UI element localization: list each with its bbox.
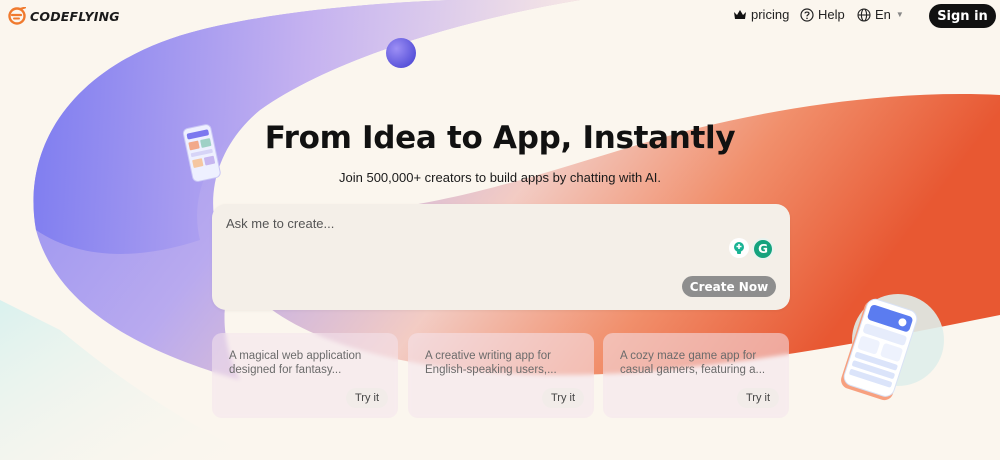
question-circle-icon xyxy=(800,7,814,22)
example-card-text: A creative writing app for English-speak… xyxy=(425,350,557,376)
hero-title: From Idea to App, Instantly xyxy=(264,120,736,156)
codeflying-logo-icon xyxy=(8,7,26,25)
sign-in-button[interactable]: Sign in xyxy=(929,4,996,28)
extension-icons: G xyxy=(729,238,774,260)
language-selector[interactable]: En ▼ xyxy=(857,7,904,22)
example-card[interactable]: A creative writing app for English-speak… xyxy=(408,333,594,418)
nav-pricing[interactable]: pricing xyxy=(733,7,789,22)
create-now-button[interactable]: Create Now xyxy=(682,276,776,297)
hero-subtitle: Join 500,000+ creators to build apps by … xyxy=(339,170,661,185)
language-label: En xyxy=(875,7,891,22)
nav-help-label: Help xyxy=(818,7,845,22)
example-card-text: A magical web application designed for f… xyxy=(229,350,362,376)
top-nav: CODEFLYING pricing Help En ▼ Sign in xyxy=(0,0,1000,32)
example-card-text: A cozy maze game app for casual gamers, … xyxy=(620,350,766,376)
crown-icon xyxy=(734,9,746,19)
brand-logo[interactable]: CODEFLYING xyxy=(8,7,120,25)
try-it-button[interactable]: Try it xyxy=(346,388,388,408)
brand-name: CODEFLYING xyxy=(30,8,120,24)
grammarly-icon[interactable]: G xyxy=(752,238,774,260)
globe-icon xyxy=(857,7,871,22)
prompt-input[interactable] xyxy=(224,214,728,248)
prompt-box: G Create Now xyxy=(212,204,790,310)
nav-help[interactable]: Help xyxy=(800,7,845,22)
example-card[interactable]: A magical web application designed for f… xyxy=(212,333,398,418)
lightbulb-icon[interactable] xyxy=(729,238,749,258)
phone-illustration-right xyxy=(841,294,944,401)
nav-pricing-label: pricing xyxy=(751,7,790,22)
try-it-button[interactable]: Try it xyxy=(542,388,584,408)
caret-down-icon: ▼ xyxy=(895,10,904,19)
try-it-button[interactable]: Try it xyxy=(737,388,779,408)
example-card[interactable]: A cozy maze game app for casual gamers, … xyxy=(603,333,789,418)
